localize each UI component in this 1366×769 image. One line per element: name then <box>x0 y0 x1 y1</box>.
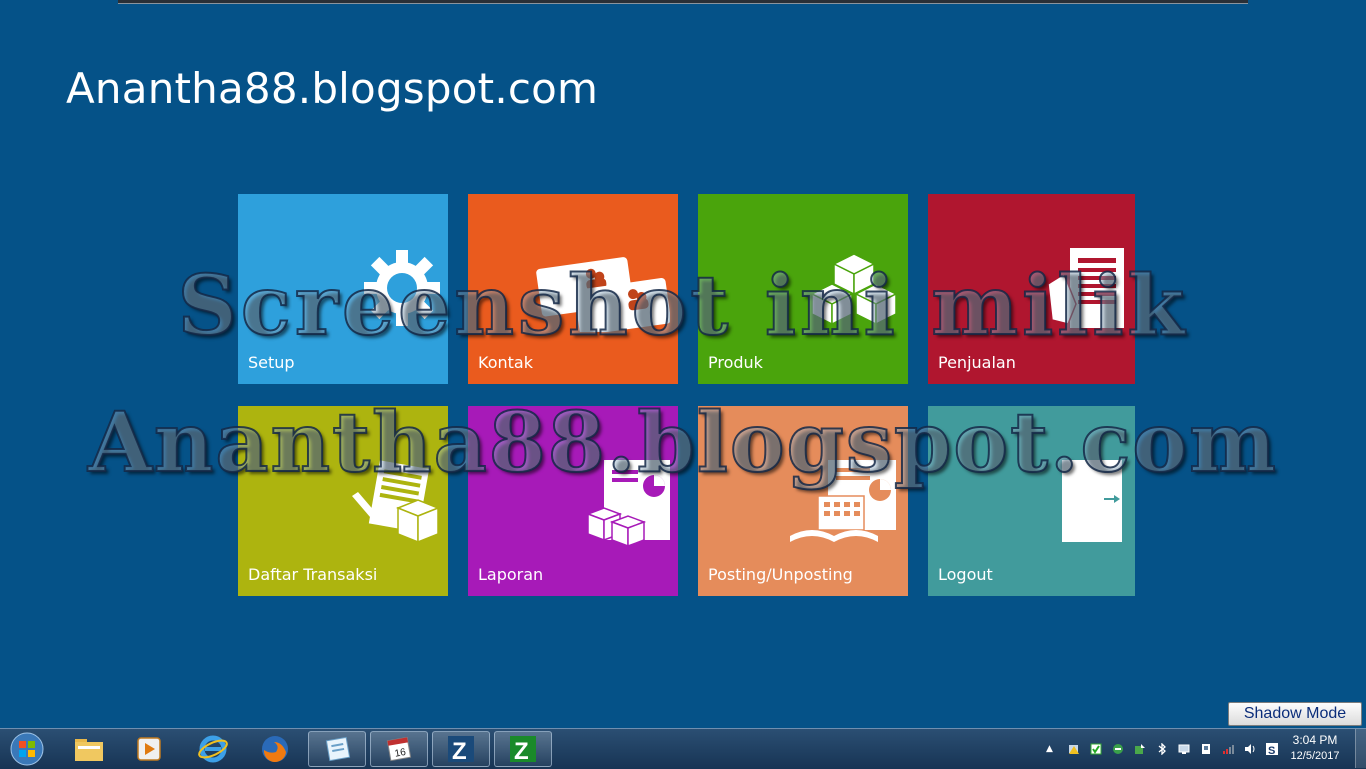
watermark-line-1: Screenshot ini milik <box>177 257 1189 355</box>
tray-bluetooth-icon[interactable] <box>1156 743 1168 755</box>
tray-volume-icon[interactable] <box>1244 743 1256 755</box>
tray-security-check-icon[interactable] <box>1090 743 1102 755</box>
calendar-icon: 16 <box>386 736 412 762</box>
folder-icon <box>75 739 103 761</box>
door-exit-icon <box>1062 460 1122 542</box>
sales-document-icon <box>1047 248 1124 328</box>
tile-label: Posting/Unposting <box>708 565 853 584</box>
tile-label: Produk <box>708 353 763 372</box>
clock-date: 12/5/2017 <box>1290 750 1340 762</box>
posting-icon <box>790 460 896 542</box>
tile-label: Setup <box>248 353 295 372</box>
tile-penjualan[interactable]: Penjualan <box>928 194 1135 384</box>
gear-icon <box>364 250 440 326</box>
transaction-list-icon <box>352 460 441 544</box>
tile-logout[interactable]: Logout <box>928 406 1135 596</box>
window-top-edge <box>118 0 1248 4</box>
tray-sync-icon[interactable] <box>1112 743 1124 755</box>
media-player-icon <box>137 737 161 761</box>
taskbar: 16 Z Z ▲ S <box>0 728 1366 769</box>
taskbar-zahir-1[interactable]: Z <box>432 731 490 767</box>
zahir-letter: Z <box>452 738 467 764</box>
tile-setup[interactable]: Setup <box>238 194 448 384</box>
zahir-icon: Z <box>448 736 474 764</box>
app-title: Anantha88.blogspot.com <box>66 64 599 113</box>
tray-update-icon[interactable] <box>1134 743 1146 755</box>
tile-label: Penjualan <box>938 353 1016 372</box>
tray-device-icon[interactable] <box>1200 743 1212 755</box>
notepad-icon <box>325 736 351 762</box>
svg-text:S: S <box>1268 745 1275 755</box>
taskbar-firefox[interactable] <box>246 731 304 767</box>
taskbar-media-player[interactable] <box>120 731 178 767</box>
tile-produk[interactable]: Produk <box>698 194 908 384</box>
system-tray: ▲ S <box>1046 729 1283 769</box>
tile-kontak[interactable]: Kontak <box>468 194 678 384</box>
tile-laporan[interactable]: Laporan <box>468 406 678 596</box>
report-icon <box>585 460 670 548</box>
tray-network-warning-icon[interactable] <box>1068 743 1080 755</box>
tile-daftar-transaksi[interactable]: Daftar Transaksi <box>238 406 448 596</box>
tray-app-s-icon[interactable]: S <box>1265 743 1278 755</box>
firefox-icon <box>262 736 288 763</box>
ie-icon <box>198 735 228 763</box>
tile-posting-unposting[interactable]: Posting/Unposting <box>698 406 908 596</box>
tray-expand-icon[interactable]: ▲ <box>1046 744 1053 754</box>
boxes-icon <box>810 253 898 326</box>
start-button[interactable] <box>0 731 54 767</box>
taskbar-internet-explorer[interactable] <box>184 731 242 767</box>
taskbar-zahir-2[interactable]: Z <box>494 731 552 767</box>
taskbar-clock[interactable]: 3:04 PM 12/5/2017 <box>1283 732 1347 764</box>
taskbar-notes[interactable] <box>308 731 366 767</box>
zahir-icon: Z <box>510 736 536 764</box>
tray-signal-icon[interactable] <box>1222 743 1234 755</box>
tile-label: Laporan <box>478 565 544 584</box>
shadow-mode-button[interactable]: Shadow Mode <box>1228 702 1362 726</box>
clock-time: 3:04 PM <box>1292 733 1338 747</box>
tile-label: Logout <box>938 565 993 584</box>
tile-label: Kontak <box>478 353 533 372</box>
tray-display-icon[interactable] <box>1178 743 1190 755</box>
taskbar-calendar[interactable]: 16 <box>370 731 428 767</box>
taskbar-explorer[interactable] <box>60 731 118 767</box>
watermark-line-2: Anantha88.blogspot.com <box>87 394 1278 492</box>
windows-orb-icon <box>10 732 44 766</box>
tile-label: Daftar Transaksi <box>248 565 378 584</box>
zahir-letter: Z <box>514 738 529 764</box>
show-desktop-button[interactable] <box>1355 729 1366 768</box>
contact-cards-icon <box>536 257 670 332</box>
